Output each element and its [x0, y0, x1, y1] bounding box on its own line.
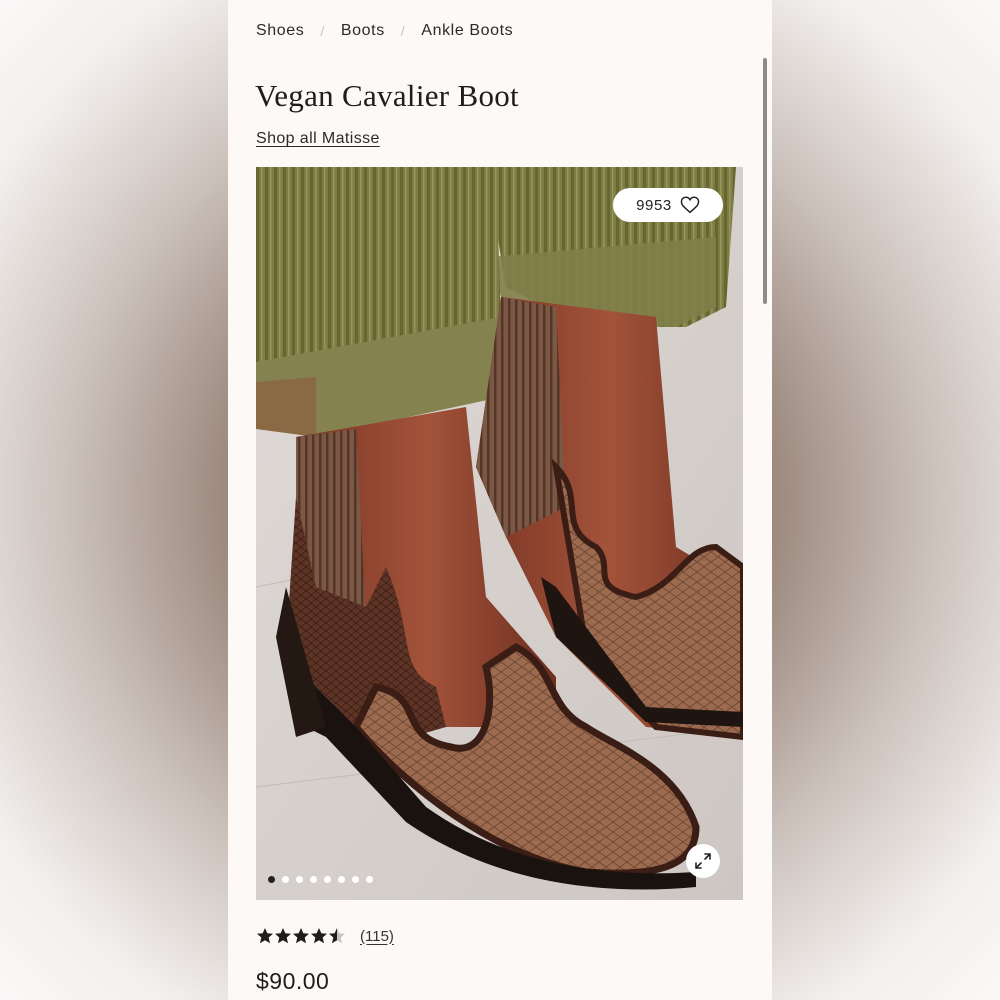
reviews-link[interactable]: (115): [360, 928, 394, 945]
breadcrumb-separator: /: [400, 23, 406, 39]
shop-brand-link[interactable]: Shop all Matisse: [256, 130, 380, 148]
breadcrumb-separator: /: [320, 23, 325, 39]
star-icon: [275, 928, 291, 944]
product-price: $90.00: [256, 968, 330, 994]
product-title: Vegan Cavalier Boot: [255, 78, 519, 113]
favorite-count: 9953: [636, 196, 672, 214]
gallery-dot[interactable]: [352, 876, 359, 883]
breadcrumb: Shoes / Boots / Ankle Boots: [256, 22, 513, 40]
gallery-pagination: [268, 876, 373, 883]
gallery-dot[interactable]: [296, 876, 303, 883]
breadcrumb-shoes[interactable]: Shoes: [256, 22, 304, 40]
star-icon: [311, 928, 327, 944]
expand-image-button[interactable]: [686, 844, 720, 878]
product-image-gallery[interactable]: 9953: [256, 167, 743, 900]
star-icon: [293, 928, 309, 944]
heart-icon: [680, 196, 700, 214]
star-rating: [256, 927, 346, 945]
gallery-dot[interactable]: [338, 876, 345, 883]
breadcrumb-ankle-boots[interactable]: Ankle Boots: [421, 22, 513, 40]
scrollbar[interactable]: [763, 58, 767, 304]
gallery-dot[interactable]: [366, 876, 373, 883]
gallery-dot[interactable]: [268, 876, 275, 883]
gallery-dot[interactable]: [310, 876, 317, 883]
gallery-dot[interactable]: [324, 876, 331, 883]
expand-icon: [695, 853, 711, 869]
star-icon: [329, 928, 345, 944]
favorite-button[interactable]: 9953: [613, 188, 723, 222]
product-image: [256, 167, 743, 900]
product-page: Shoes / Boots / Ankle Boots Vegan Cavali…: [228, 0, 772, 1000]
gallery-dot[interactable]: [282, 876, 289, 883]
breadcrumb-boots[interactable]: Boots: [341, 22, 385, 40]
star-icon: [257, 928, 273, 944]
rating-summary: (115): [256, 927, 394, 945]
